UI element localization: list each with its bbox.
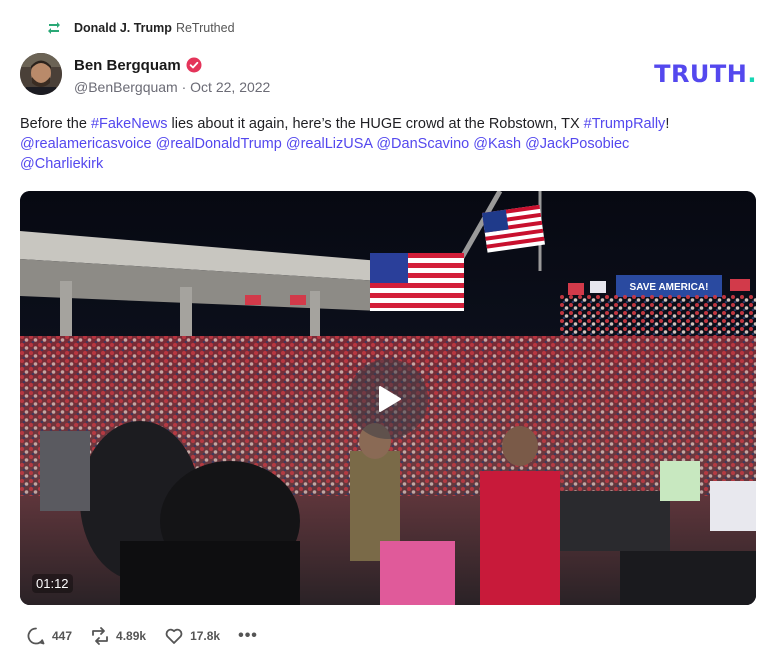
mention-link[interactable]: @realDonaldTrump: [156, 136, 282, 152]
hashtag-link[interactable]: #TrumpRally: [584, 116, 666, 132]
retruth-header: Donald J. Trump ReTruthed: [46, 18, 235, 38]
post-date[interactable]: Oct 22, 2022: [190, 79, 270, 95]
post-actions: 447 4.89k 17.8k •••: [26, 626, 276, 646]
meta-separator: ·: [181, 79, 187, 95]
retruth-label: ReTruthed: [175, 21, 235, 35]
video-duration: 01:12: [32, 574, 73, 593]
truth-social-logo[interactable]: TRUTH.: [654, 60, 757, 88]
reply-button[interactable]: 447: [26, 626, 72, 646]
mention-link[interactable]: @Kash: [473, 136, 521, 152]
retruth-button[interactable]: 4.89k: [90, 626, 146, 646]
retruth-icon: [92, 627, 108, 645]
body-text-2: lies about it again, here’s the HUGE cro…: [167, 116, 584, 132]
retruth-count: 4.89k: [116, 629, 147, 643]
author-handle[interactable]: @BenBergquam: [74, 79, 178, 95]
play-icon: [379, 386, 401, 412]
logo-dot: .: [747, 60, 757, 88]
mention-link[interactable]: @realLizUSA: [286, 136, 372, 152]
mention-link[interactable]: @DanScavino: [376, 136, 469, 152]
like-button[interactable]: 17.8k: [164, 626, 220, 646]
post-body: Before the #FakeNews lies about it again…: [20, 114, 760, 174]
video-player[interactable]: SAVE AMERICA! 01:12: [20, 191, 756, 605]
body-text-1: Before the: [20, 116, 91, 132]
retruth-user-name[interactable]: Donald J. Trump: [74, 21, 172, 35]
retruth-icon: [48, 22, 60, 34]
author-name[interactable]: Ben Bergquam: [74, 57, 181, 74]
hashtag-link[interactable]: #FakeNews: [91, 116, 168, 132]
reply-icon: [27, 627, 45, 645]
logo-text: TRUTH: [654, 60, 748, 88]
avatar[interactable]: [20, 53, 62, 95]
verified-badge-icon: [186, 57, 202, 73]
like-count: 17.8k: [190, 629, 221, 643]
heart-icon: [165, 628, 183, 644]
mention-link[interactable]: @Charliekirk: [20, 156, 103, 172]
more-options-button[interactable]: •••: [238, 627, 258, 645]
post-author: Ben Bergquam @BenBergquam · Oct 22, 2022: [74, 55, 270, 96]
body-text-3: !: [665, 116, 670, 132]
play-button[interactable]: [348, 359, 428, 439]
video-banner-text: SAVE AMERICA!: [630, 282, 709, 293]
reply-count: 447: [52, 629, 73, 643]
mention-link[interactable]: @realamericasvoice: [20, 136, 152, 152]
mention-link[interactable]: @JackPosobiec: [525, 136, 629, 152]
more-icon: •••: [238, 627, 258, 644]
